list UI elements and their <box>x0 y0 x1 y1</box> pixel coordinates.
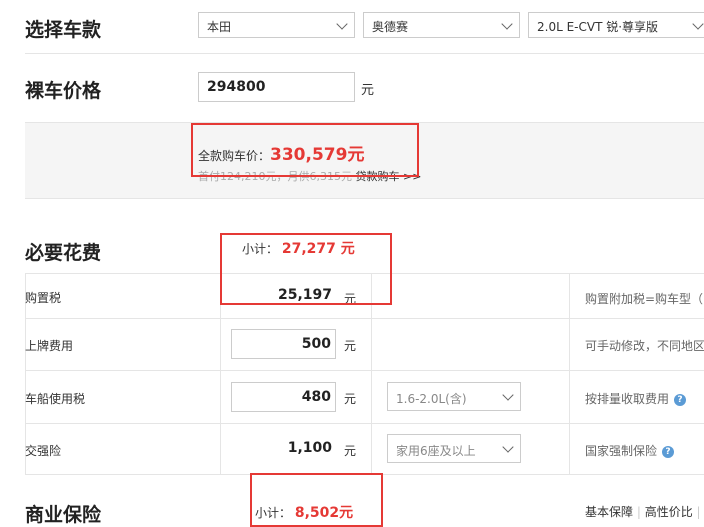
brand-select[interactable]: 本田 <box>198 12 355 38</box>
insurance-plan-options: 基本保障 | 高性价比 | 完 <box>585 505 704 519</box>
chevron-down-icon <box>501 18 513 30</box>
registration-fee-value: 500 <box>301 336 331 352</box>
vehicle-tax-value: 480 <box>301 389 331 405</box>
divider <box>25 318 704 319</box>
commercial-insurance-title: 商业保险 <box>25 504 102 526</box>
displacement-select-value: 1.6-2.0L(含) <box>396 392 467 406</box>
trim-select-value: 2.0L E-CVT 锐·尊享版 <box>537 20 659 34</box>
seat-count-select-value: 家用6座及以上 <box>396 444 476 458</box>
seat-count-select[interactable]: 家用6座及以上 <box>387 434 521 463</box>
divider <box>25 423 704 424</box>
vehicle-tax-unit: 元 <box>344 392 357 406</box>
bare-price-unit: 元 <box>361 83 375 98</box>
compulsory-insurance-note-text: 国家强制保险 <box>585 444 658 458</box>
chevron-down-icon <box>502 441 514 453</box>
model-select[interactable]: 奥德赛 <box>363 12 520 38</box>
help-icon[interactable]: ? <box>662 445 675 458</box>
total-price-highlight <box>191 123 419 177</box>
registration-fee-input[interactable]: 500 <box>231 329 336 359</box>
vehicle-tax-note: 按排量收取费用? <box>585 390 687 407</box>
brand-select-value: 本田 <box>207 20 232 34</box>
compulsory-insurance-unit: 元 <box>344 444 357 458</box>
model-select-value: 奥德赛 <box>372 20 409 34</box>
chevron-down-icon <box>336 18 348 30</box>
registration-fee-label: 上牌费用 <box>25 339 74 353</box>
chevron-down-icon <box>502 389 514 401</box>
help-icon[interactable]: ? <box>674 393 687 406</box>
chevron-down-icon <box>692 18 704 30</box>
divider <box>25 370 704 371</box>
trim-select[interactable]: 2.0L E-CVT 锐·尊享版 <box>528 12 704 38</box>
plan-option-basic[interactable]: 基本保障 <box>585 505 633 519</box>
registration-fee-note: 可手动修改，不同地区 <box>585 339 704 353</box>
required-fees-title: 必要花费 <box>25 242 102 264</box>
registration-fee-unit: 元 <box>344 339 357 353</box>
purchase-tax-note: 购置附加税=购车型（1 <box>585 292 704 306</box>
vehicle-tax-note-text: 按排量收取费用 <box>585 392 670 406</box>
bare-price-title: 裸车价格 <box>25 80 102 102</box>
vehicle-tax-input[interactable]: 480 <box>231 382 336 412</box>
displacement-select[interactable]: 1.6-2.0L(含) <box>387 382 521 411</box>
bare-price-input[interactable] <box>198 72 355 102</box>
column-divider <box>569 273 570 474</box>
compulsory-insurance-note: 国家强制保险? <box>585 442 675 459</box>
commercial-subtotal-highlight <box>250 473 383 527</box>
divider <box>25 53 704 54</box>
purchase-tax-label: 购置税 <box>25 291 62 305</box>
compulsory-insurance-label: 交强险 <box>25 444 62 458</box>
plan-option-value[interactable]: 高性价比 <box>645 505 693 519</box>
required-subtotal-highlight <box>220 233 392 305</box>
compulsory-insurance-value: 1,100 <box>287 440 332 456</box>
vehicle-tax-label: 车船使用税 <box>25 392 86 406</box>
select-car-title: 选择车款 <box>25 19 102 41</box>
